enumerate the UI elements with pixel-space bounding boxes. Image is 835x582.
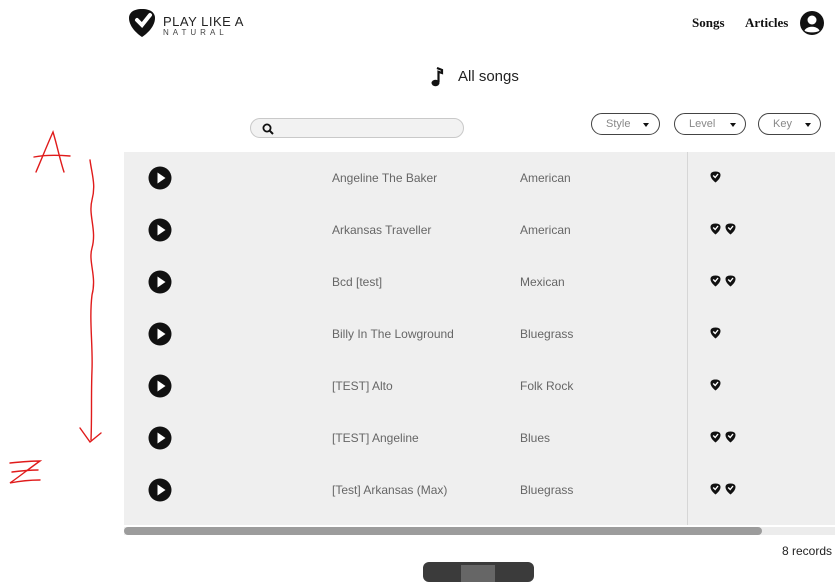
guitar-pick-icon xyxy=(710,379,721,391)
guitar-pick-icon xyxy=(710,327,721,339)
guitar-pick-icon xyxy=(725,275,736,287)
page-title-text: All songs xyxy=(458,68,519,85)
song-title[interactable]: [TEST] Alto xyxy=(332,379,393,393)
play-icon[interactable] xyxy=(148,218,172,242)
difficulty-level xyxy=(710,327,725,341)
style-filter-dropdown[interactable]: Style xyxy=(591,113,660,135)
table-row[interactable]: [TEST] Angeline Blues xyxy=(124,412,835,464)
key-filter-dropdown[interactable]: Key xyxy=(758,113,821,135)
song-title[interactable]: [Test] Arkansas (Max) xyxy=(332,483,447,497)
songs-table: Angeline The Baker American Arkansas Trave… xyxy=(124,152,835,525)
song-title[interactable]: Bcd [test] xyxy=(332,275,382,289)
song-title[interactable]: Arkansas Traveller xyxy=(332,223,431,237)
song-style: Blues xyxy=(520,431,551,445)
scrollbar-thumb[interactable] xyxy=(124,527,762,535)
logo[interactable]: PLAY LIKE A NATURAL xyxy=(128,8,268,40)
play-icon[interactable] xyxy=(148,166,172,190)
logo-subtitle: NATURAL xyxy=(163,28,228,37)
search-input[interactable] xyxy=(281,121,460,137)
nav-songs-link[interactable]: Songs xyxy=(692,15,725,31)
song-style: Bluegrass xyxy=(520,327,574,341)
chevron-down-icon xyxy=(805,123,811,127)
difficulty-level xyxy=(710,431,740,445)
level-filter-dropdown[interactable]: Level xyxy=(674,113,746,135)
play-icon[interactable] xyxy=(148,426,172,450)
guitar-pick-icon xyxy=(710,171,721,183)
table-row[interactable]: [Test] Arkansas (Max) Bluegrass xyxy=(124,464,835,516)
level-filter-label: Level xyxy=(689,118,716,130)
annotation-arrowhead xyxy=(79,427,102,444)
guitar-pick-icon xyxy=(725,483,736,495)
difficulty-level xyxy=(710,379,725,393)
difficulty-level xyxy=(710,171,725,185)
audio-player-bar[interactable] xyxy=(423,562,534,582)
search-icon xyxy=(262,123,274,135)
guitar-pick-icon xyxy=(725,431,736,443)
chevron-down-icon xyxy=(643,123,649,127)
horizontal-scrollbar[interactable] xyxy=(124,527,835,535)
difficulty-level xyxy=(710,223,740,237)
play-icon[interactable] xyxy=(148,270,172,294)
records-count: 8 records xyxy=(782,544,833,558)
chevron-down-icon xyxy=(730,123,736,127)
annotation-letter-a xyxy=(33,130,71,173)
song-title[interactable]: Angeline The Baker xyxy=(332,171,437,185)
logo-title: PLAY LIKE A xyxy=(163,14,244,29)
song-style: Mexican xyxy=(520,275,565,289)
song-title[interactable]: Billy In The Lowground xyxy=(332,327,454,341)
song-style: American xyxy=(520,223,571,237)
search-bar[interactable] xyxy=(250,118,464,138)
song-title[interactable]: [TEST] Angeline xyxy=(332,431,419,445)
difficulty-level xyxy=(710,483,740,497)
key-filter-label: Key xyxy=(773,118,792,130)
difficulty-level xyxy=(710,275,740,289)
play-icon[interactable] xyxy=(148,374,172,398)
music-note-icon xyxy=(431,67,444,87)
player-handle[interactable] xyxy=(461,565,495,582)
play-icon[interactable] xyxy=(148,322,172,346)
play-icon[interactable] xyxy=(148,478,172,502)
guitar-pick-icon xyxy=(710,483,721,495)
user-circle-icon[interactable] xyxy=(799,10,825,36)
style-filter-label: Style xyxy=(606,118,631,130)
table-row[interactable]: Bcd [test] Mexican xyxy=(124,256,835,308)
table-row[interactable]: Angeline The Baker American xyxy=(124,152,835,204)
annotation-arrow xyxy=(89,159,95,441)
annotation-letter-z xyxy=(9,460,43,484)
guitar-pick-icon xyxy=(710,223,721,235)
table-row[interactable]: Arkansas Traveller American xyxy=(124,204,835,256)
song-style: American xyxy=(520,171,571,185)
song-style: Folk Rock xyxy=(520,379,574,393)
guitar-pick-icon xyxy=(710,275,721,287)
song-style: Bluegrass xyxy=(520,483,574,497)
guitar-pick-logo-icon xyxy=(129,9,155,37)
table-row[interactable]: Billy In The Lowground Bluegrass xyxy=(124,308,835,360)
guitar-pick-icon xyxy=(710,431,721,443)
table-row[interactable]: [TEST] Alto Folk Rock xyxy=(124,360,835,412)
guitar-pick-icon xyxy=(725,223,736,235)
nav-articles-link[interactable]: Articles xyxy=(745,15,788,31)
